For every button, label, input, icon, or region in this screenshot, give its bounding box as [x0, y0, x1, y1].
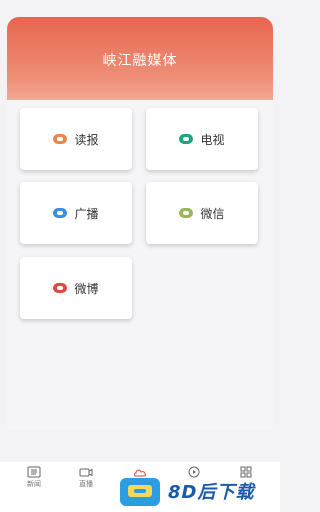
card-label: 广播 — [74, 206, 99, 221]
tab-live[interactable]: 直播 — [58, 462, 114, 492]
play-icon — [188, 466, 200, 478]
card-weibo[interactable]: 微博 — [20, 257, 132, 319]
news-icon — [27, 466, 41, 478]
newspaper-icon — [53, 134, 68, 144]
page-title: 峡江融媒体 — [102, 53, 178, 69]
tab-label: 新闻 — [27, 480, 41, 488]
card-label: 电视 — [200, 132, 225, 147]
weibo-icon — [53, 283, 68, 293]
watermark-text: 8D后下载 — [168, 482, 255, 503]
radio-icon — [53, 208, 68, 218]
wechat-icon — [179, 208, 194, 218]
cloud-icon — [133, 469, 147, 477]
card-radio[interactable]: 广播 — [20, 182, 132, 244]
watermark-logo-icon — [120, 478, 160, 506]
grid-icon — [240, 466, 252, 478]
watermark: 8D后下载 — [120, 478, 280, 508]
tv-icon — [179, 134, 194, 144]
card-read-newspaper[interactable]: 读报 — [20, 108, 132, 170]
card-wechat[interactable]: 微信 — [146, 182, 258, 244]
card-label: 读报 — [74, 132, 99, 147]
camera-icon — [79, 468, 93, 477]
tab-news[interactable]: 新闻 — [6, 462, 62, 492]
card-label: 微信 — [200, 206, 225, 221]
card-label: 微博 — [74, 281, 99, 296]
app-screen: 峡江融媒体 读报 电视 广播 微信 微博 新闻 直播 8D后下载 — [0, 0, 280, 512]
card-tv[interactable]: 电视 — [146, 108, 258, 170]
tab-label: 直播 — [79, 480, 93, 488]
